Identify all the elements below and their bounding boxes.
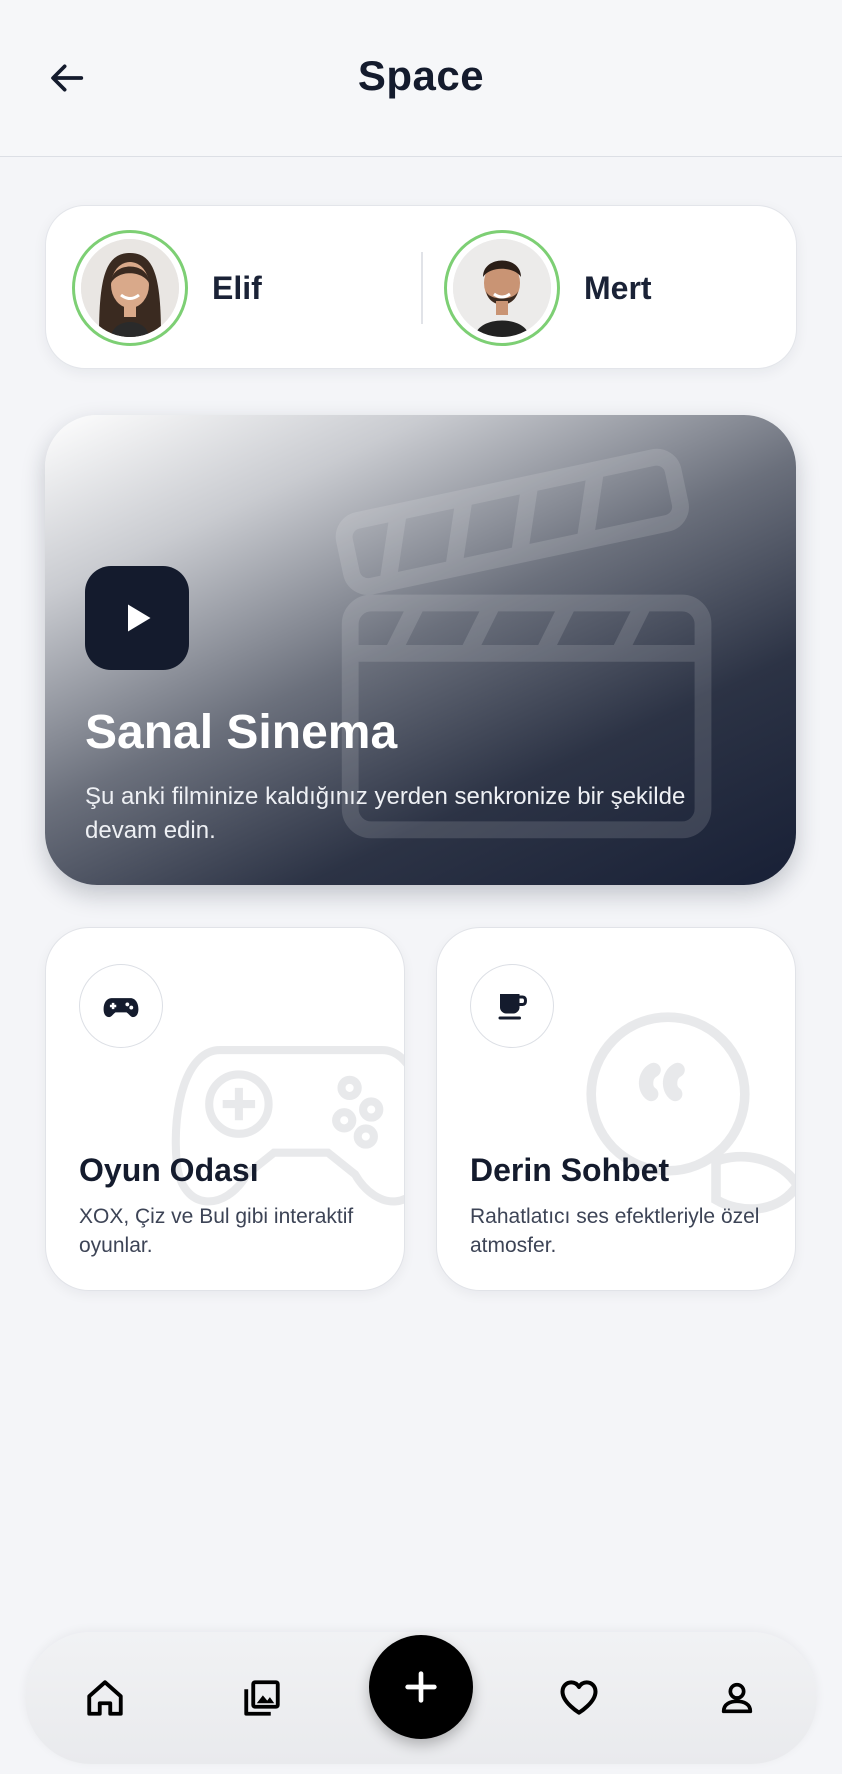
participant-name: Elif xyxy=(212,269,262,306)
heart-icon xyxy=(560,1680,598,1715)
divider xyxy=(421,252,423,324)
gamepad-bg-icon xyxy=(171,1046,404,1206)
profile-icon xyxy=(721,1682,753,1714)
deep-chat-card[interactable]: Derin Sohbet Rahatlatıcı ses efektleriyl… xyxy=(436,927,796,1291)
avatar xyxy=(453,239,551,337)
deep-chat-description: Rahatlatıcı ses efektleriyle özel atmosf… xyxy=(470,1205,760,1257)
bottom-navigation xyxy=(25,1632,817,1764)
gallery-icon xyxy=(244,1680,280,1716)
game-room-card[interactable]: Oyun Odası XOX, Çiz ve Bul gibi interakt… xyxy=(45,927,405,1291)
nav-home[interactable] xyxy=(77,1670,133,1726)
participants-card: Elif Mert xyxy=(45,205,797,369)
avatar-ring xyxy=(444,230,560,346)
add-icon xyxy=(405,1671,437,1703)
coffee-cup-icon xyxy=(498,994,528,1020)
page-title: Space xyxy=(357,52,485,99)
avatar xyxy=(81,239,179,337)
nav-favorites[interactable] xyxy=(551,1670,607,1726)
avatar-ring xyxy=(72,230,188,346)
virtual-cinema-card[interactable]: Sanal Sinema Şu anki filminize kaldığını… xyxy=(45,415,796,885)
cinema-description: Şu anki filminize kaldığınız yerden senk… xyxy=(85,783,686,844)
nav-profile[interactable] xyxy=(709,1670,765,1726)
nav-gallery[interactable] xyxy=(234,1670,290,1726)
play-button[interactable] xyxy=(85,566,189,670)
participant-name: Mert xyxy=(584,269,652,306)
deep-chat-title: Derin Sohbet xyxy=(470,1152,670,1188)
top-app-bar: Space xyxy=(0,0,842,157)
cinema-title: Sanal Sinema xyxy=(85,706,398,759)
chat-icon-badge xyxy=(470,964,554,1048)
play-icon xyxy=(128,604,151,632)
participant-elif[interactable]: Elif xyxy=(72,226,262,350)
home-icon xyxy=(87,1680,123,1716)
add-button[interactable] xyxy=(369,1635,473,1739)
participant-mert[interactable]: Mert xyxy=(444,226,652,350)
game-icon-badge xyxy=(79,964,163,1048)
game-room-title: Oyun Odası xyxy=(79,1152,259,1188)
space-screen: Space Elif Mert Sanal Sinema Şu anki fil… xyxy=(0,0,842,1774)
game-room-description: XOX, Çiz ve Bul gibi interaktif oyunlar. xyxy=(79,1205,354,1257)
gamepad-icon xyxy=(103,998,139,1018)
